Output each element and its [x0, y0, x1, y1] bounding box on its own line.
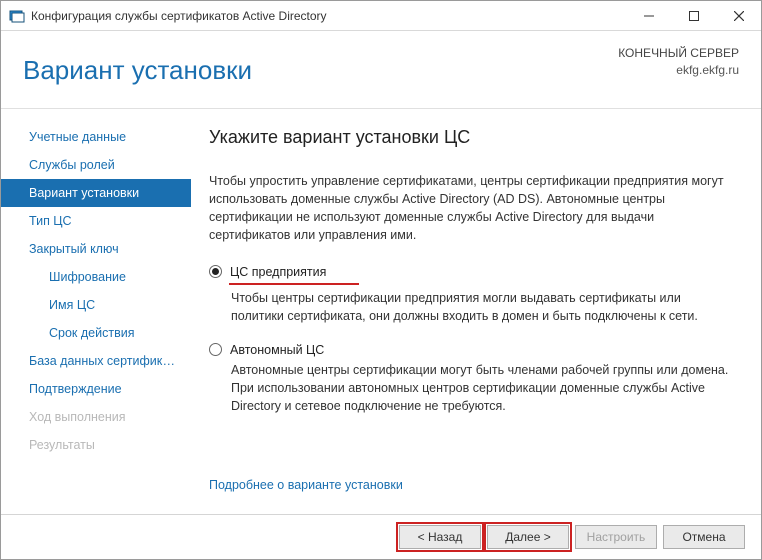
sidebar-item-0[interactable]: Учетные данные	[1, 123, 191, 151]
option-desc-standalone-ca: Автономные центры сертификации могут быт…	[231, 361, 737, 415]
radio-row-enterprise-ca[interactable]: ЦС предприятия	[209, 265, 737, 279]
minimize-button[interactable]	[626, 1, 671, 31]
target-label: КОНЕЧНЫЙ СЕРВЕР	[618, 45, 739, 62]
sidebar-item-4[interactable]: Закрытый ключ	[1, 235, 191, 263]
sidebar-item-9[interactable]: Подтверждение	[1, 375, 191, 403]
wizard-footer: < Назад Далее > Настроить Отмена	[1, 514, 761, 559]
option-enterprise-ca: ЦС предприятия Чтобы центры сертификации …	[209, 265, 737, 325]
close-button[interactable]	[716, 1, 761, 31]
options-group: ЦС предприятия Чтобы центры сертификации …	[209, 265, 737, 434]
target-server: ekfg.ekfg.ru	[618, 62, 739, 79]
radio-standalone-ca[interactable]	[209, 343, 222, 356]
sidebar-item-5[interactable]: Шифрование	[1, 263, 191, 291]
sidebar-item-10: Ход выполнения	[1, 403, 191, 431]
radio-label-enterprise-ca: ЦС предприятия	[230, 265, 326, 279]
more-info-link[interactable]: Подробнее о варианте установки	[209, 470, 737, 504]
target-meta: КОНЕЧНЫЙ СЕРВЕР ekfg.ekfg.ru	[618, 45, 739, 79]
sidebar-item-3[interactable]: Тип ЦС	[1, 207, 191, 235]
wizard-window: Конфигурация службы сертификатов Active …	[0, 0, 762, 560]
option-desc-enterprise-ca: Чтобы центры сертификации предприятия мо…	[231, 289, 737, 325]
wizard-header: Вариант установки КОНЕЧНЫЙ СЕРВЕР ekfg.e…	[1, 31, 761, 109]
titlebar: Конфигурация службы сертификатов Active …	[1, 1, 761, 31]
next-button[interactable]: Далее >	[487, 525, 569, 549]
sidebar-item-11: Результаты	[1, 431, 191, 459]
sidebar-item-8[interactable]: База данных сертификат...	[1, 347, 191, 375]
sidebar-item-1[interactable]: Службы ролей	[1, 151, 191, 179]
highlight-underline	[229, 283, 359, 285]
main-heading: Укажите вариант установки ЦС	[209, 127, 737, 148]
maximize-button[interactable]	[671, 1, 716, 31]
wizard-main: Укажите вариант установки ЦС Чтобы упрос…	[191, 109, 761, 514]
option-standalone-ca: Автономный ЦС Автономные центры сертифика…	[209, 343, 737, 415]
configure-button: Настроить	[575, 525, 657, 549]
radio-label-standalone-ca: Автономный ЦС	[230, 343, 324, 357]
cancel-button[interactable]: Отмена	[663, 525, 745, 549]
radio-enterprise-ca[interactable]	[209, 265, 222, 278]
sidebar-item-7[interactable]: Срок действия	[1, 319, 191, 347]
back-button[interactable]: < Назад	[399, 525, 481, 549]
wizard-sidebar: Учетные данныеСлужбы ролейВариант устано…	[1, 109, 191, 514]
sidebar-item-2[interactable]: Вариант установки	[1, 179, 191, 207]
page-title: Вариант установки	[23, 55, 618, 86]
intro-text: Чтобы упростить управление сертификатами…	[209, 172, 737, 245]
radio-row-standalone-ca[interactable]: Автономный ЦС	[209, 343, 737, 357]
window-title: Конфигурация службы сертификатов Active …	[31, 9, 626, 23]
wizard-body: Учетные данныеСлужбы ролейВариант устано…	[1, 109, 761, 514]
sidebar-item-6[interactable]: Имя ЦС	[1, 291, 191, 319]
app-icon	[9, 8, 25, 24]
